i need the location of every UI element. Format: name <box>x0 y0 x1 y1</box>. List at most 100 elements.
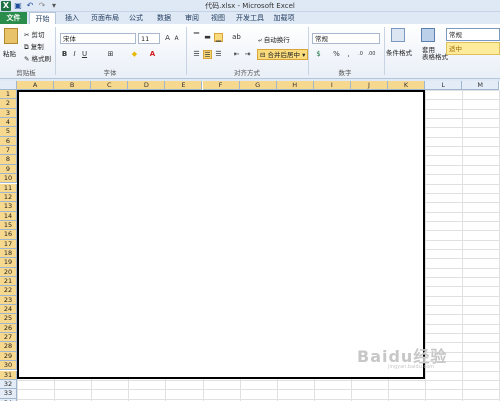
cut-button[interactable]: ✂ 剪切 <box>24 29 45 39</box>
comma-button[interactable]: , <box>344 50 353 59</box>
row-header-1[interactable]: 1 <box>0 90 17 100</box>
column-header-c[interactable]: C <box>91 81 129 90</box>
align-top-icon[interactable]: ▔ <box>192 33 201 42</box>
row-header-6[interactable]: 6 <box>0 136 17 147</box>
style-neutral[interactable]: 适中 <box>446 42 500 55</box>
align-left-icon[interactable]: ☰ <box>192 50 201 59</box>
column-header-d[interactable]: D <box>128 81 166 90</box>
conditional-format-button[interactable]: 条件格式 <box>386 47 412 57</box>
column-header-g[interactable]: G <box>239 81 277 90</box>
row-header-18[interactable]: 18 <box>0 248 17 259</box>
row-header-11[interactable]: 11 <box>0 183 17 193</box>
column-header-m[interactable]: M <box>462 81 500 90</box>
column-header-h[interactable]: H <box>276 81 314 90</box>
worksheet-grid[interactable]: ABCDEFGHIJKLM 1 2 3 4 5 6 7 8 9 10 11 12 13 14 15 16 17 1… <box>0 81 500 401</box>
tab-page-layout[interactable]: 页面布局 <box>88 12 122 24</box>
merge-center-button[interactable]: ⊟ 合并后居中 ▾ <box>257 49 309 60</box>
format-table-icon[interactable] <box>421 28 435 42</box>
column-header-j[interactable]: J <box>350 81 388 90</box>
row-header-33[interactable]: 33 <box>0 389 17 399</box>
row-header-29[interactable]: 29 <box>0 351 17 362</box>
row-header-9[interactable]: 9 <box>0 164 17 175</box>
row-header-5[interactable]: 5 <box>0 127 17 137</box>
orientation-icon[interactable]: ab <box>232 33 241 42</box>
selected-range-a1-k31[interactable] <box>17 90 425 379</box>
row-header-19[interactable]: 19 <box>0 258 17 268</box>
column-header-k[interactable]: K <box>388 81 426 90</box>
row-header-12[interactable]: 12 <box>0 192 17 203</box>
bold-button[interactable]: B <box>60 50 69 59</box>
shrink-font-icon[interactable]: A <box>172 34 181 43</box>
row-header-22[interactable]: 22 <box>0 286 17 296</box>
column-header-l[interactable]: L <box>425 81 463 90</box>
tab-view[interactable]: 视图 <box>206 12 230 24</box>
align-bottom-icon[interactable]: ▁ <box>214 33 223 42</box>
italic-button[interactable]: I <box>70 50 79 59</box>
format-as-table-button[interactable]: 套用 表格格式 <box>422 47 448 61</box>
row-header-17[interactable]: 17 <box>0 239 17 249</box>
column-header-f[interactable]: F <box>202 81 240 90</box>
row-header-20[interactable]: 20 <box>0 267 17 277</box>
row-header-31[interactable]: 31 <box>0 370 17 380</box>
row-header-16[interactable]: 16 <box>0 230 17 240</box>
select-all-corner[interactable] <box>0 81 17 90</box>
row-header-15[interactable]: 15 <box>0 220 17 231</box>
row-header-3[interactable]: 3 <box>0 108 17 119</box>
increase-decimal-icon[interactable]: .0 <box>356 50 365 59</box>
font-name-dropdown[interactable]: 宋体 <box>60 33 136 44</box>
grow-font-icon[interactable]: A <box>163 34 172 43</box>
wrap-text-button[interactable]: ⤶ 自动换行 <box>258 34 290 45</box>
row-header-13[interactable]: 13 <box>0 202 17 212</box>
row-header-4[interactable]: 4 <box>0 118 17 128</box>
increase-indent-icon[interactable]: ⇥ <box>243 50 252 59</box>
row-header-26[interactable]: 26 <box>0 323 17 334</box>
tab-developer[interactable]: 开发工具 <box>234 12 266 24</box>
row-header-7[interactable]: 7 <box>0 146 17 156</box>
tab-formulas[interactable]: 公式 <box>124 12 148 24</box>
align-right-icon[interactable]: ☰ <box>214 50 223 59</box>
tab-addins[interactable]: 加载项 <box>270 12 298 24</box>
number-format-dropdown[interactable]: 常规 <box>312 33 380 44</box>
row-header-23[interactable]: 23 <box>0 295 17 306</box>
row-header-8[interactable]: 8 <box>0 155 17 165</box>
percent-button[interactable]: % <box>332 50 341 59</box>
paste-icon[interactable] <box>4 28 18 44</box>
format-painter-button[interactable]: ✎ 格式刷 <box>24 53 51 63</box>
row-header-2[interactable]: 2 <box>0 99 17 109</box>
tab-data[interactable]: 数据 <box>152 12 176 24</box>
merge-icon: ⊟ <box>260 51 266 59</box>
row-header-24[interactable]: 24 <box>0 305 17 315</box>
column-header-i[interactable]: I <box>313 81 351 90</box>
tab-insert[interactable]: 插入 <box>60 12 84 24</box>
row-header-25[interactable]: 25 <box>0 314 17 324</box>
column-header-e[interactable]: E <box>165 81 203 90</box>
copy-button[interactable]: ⧉ 复制 <box>24 41 44 52</box>
fill-color-icon[interactable]: ◆ <box>130 50 139 59</box>
paste-button[interactable]: 粘贴 <box>3 48 16 58</box>
row-header-30[interactable]: 30 <box>0 361 17 371</box>
tab-review[interactable]: 审阅 <box>180 12 204 24</box>
decrease-decimal-icon[interactable]: .00 <box>367 50 376 59</box>
row-header-32[interactable]: 32 <box>0 379 17 390</box>
tab-file[interactable]: 文件 <box>0 12 27 24</box>
row-header-27[interactable]: 27 <box>0 333 17 343</box>
conditional-format-icon[interactable] <box>391 28 405 42</box>
row-header-10[interactable]: 10 <box>0 174 17 184</box>
align-center-icon[interactable]: ☰ <box>203 50 212 59</box>
underline-button[interactable]: U <box>80 50 89 59</box>
column-header-a[interactable]: A <box>17 81 55 90</box>
decrease-indent-icon[interactable]: ⇤ <box>232 50 241 59</box>
row-header-21[interactable]: 21 <box>0 277 17 287</box>
row-header-28[interactable]: 28 <box>0 342 17 352</box>
row-header-14[interactable]: 14 <box>0 211 17 221</box>
column-header-b[interactable]: B <box>54 81 92 90</box>
font-color-icon[interactable]: A <box>148 50 157 59</box>
tab-home[interactable]: 开始 <box>29 12 56 24</box>
baidu-watermark-url: jingyan.baidu.com <box>388 364 435 370</box>
font-size-dropdown[interactable]: 11 <box>138 33 160 44</box>
currency-icon[interactable]: $ <box>314 50 323 59</box>
align-middle-icon[interactable]: ▬ <box>203 33 212 42</box>
borders-icon[interactable]: ⊞ <box>106 50 115 59</box>
gridline-row <box>17 398 500 400</box>
style-normal[interactable]: 常规 <box>446 28 500 41</box>
